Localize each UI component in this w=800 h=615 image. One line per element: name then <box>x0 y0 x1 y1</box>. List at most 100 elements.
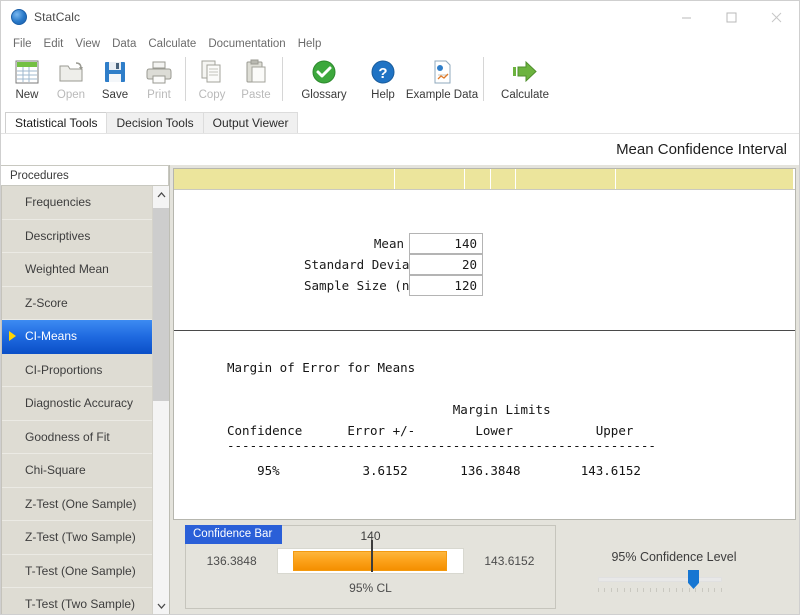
grid-header-cell-4[interactable] <box>491 169 516 189</box>
input-sample-size[interactable]: 120 <box>409 275 483 296</box>
confidence-bar-caption: 95% CL <box>277 581 463 595</box>
toolbar-button-copy[interactable]: Copy <box>190 54 234 109</box>
menu-item-edit[interactable]: Edit <box>38 36 70 52</box>
grid-header-cell-6[interactable] <box>616 169 794 189</box>
confidence-level-slider-thumb[interactable] <box>688 570 699 589</box>
toolbar-label-help: Help <box>371 89 395 101</box>
toolbar-button-calculate[interactable]: Calculate <box>488 54 562 109</box>
sidebar-item-label: Descriptives <box>25 229 90 243</box>
toolbar-button-save[interactable]: Save <box>93 54 137 109</box>
sidebar-scrollbar-track[interactable] <box>153 203 169 597</box>
green-check-circle-icon <box>310 57 338 87</box>
sidebar-item-frequencies[interactable]: Frequencies <box>2 186 152 220</box>
svg-text:?: ? <box>378 65 387 82</box>
sidebar-scrollbar-thumb[interactable] <box>153 208 169 401</box>
close-icon[interactable] <box>754 1 799 33</box>
confidence-bar-mean-tick <box>371 540 373 572</box>
confidence-level-slider-track[interactable] <box>598 577 722 582</box>
toolbar-button-paste[interactable]: Paste <box>234 54 278 109</box>
toolbar-label-paste: Paste <box>241 89 270 101</box>
field-row-standard-deviation: Standard Deviation 20 <box>304 254 483 275</box>
toolbar-separator-3 <box>483 57 484 101</box>
menu-item-calculate[interactable]: Calculate <box>142 36 202 52</box>
sidebar-item-label: Goodness of Fit <box>25 430 110 444</box>
menu-item-view[interactable]: View <box>69 36 106 52</box>
sidebar-item-z-test-two-sample[interactable]: Z-Test (Two Sample) <box>2 521 152 555</box>
confidence-bar-track <box>277 548 463 574</box>
toolbar-separator-2 <box>282 57 283 101</box>
blue-question-circle-icon: ? <box>369 57 397 87</box>
sidebar-item-ci-proportions[interactable]: CI-Proportions <box>2 354 152 388</box>
body: Procedures Frequencies Descriptives Weig… <box>1 165 799 614</box>
chevron-down-icon[interactable] <box>153 597 169 614</box>
menu-item-documentation[interactable]: Documentation <box>202 36 291 52</box>
toolbar-button-help[interactable]: ? Help <box>361 54 405 109</box>
tab-decision-tools[interactable]: Decision Tools <box>106 112 203 133</box>
sidebar-item-diagnostic-accuracy[interactable]: Diagnostic Accuracy <box>2 387 152 421</box>
output-blank-line <box>227 378 795 399</box>
sidebar-item-t-test-one-sample[interactable]: T-Test (One Sample) <box>2 555 152 589</box>
menu-item-data[interactable]: Data <box>106 36 142 52</box>
toolbar: New Open Save <box>1 54 799 111</box>
sidebar-item-weighted-mean[interactable]: Weighted Mean <box>2 253 152 287</box>
menu-item-help[interactable]: Help <box>292 36 328 52</box>
sidebar-item-z-test-one-sample[interactable]: Z-Test (One Sample) <box>2 488 152 522</box>
document-chart-icon <box>428 57 456 87</box>
selection-arrow-icon <box>9 331 16 341</box>
field-row-mean: Mean 140 <box>304 233 483 254</box>
tab-statistical-tools[interactable]: Statistical Tools <box>5 112 107 133</box>
toolbar-button-open[interactable]: Open <box>49 54 93 109</box>
calculation-sheet: Mean 140 Standard Deviation 20 Sample Si… <box>173 168 796 520</box>
grid-header-cell-3[interactable] <box>465 169 490 189</box>
sidebar-item-label: Z-Score <box>25 296 68 310</box>
confidence-level-slider[interactable] <box>598 577 722 582</box>
output-group-header-line: Margin Limits <box>227 399 795 420</box>
sidebar-item-ci-means[interactable]: CI-Means <box>2 320 152 354</box>
toolbar-button-print[interactable]: Print <box>137 54 181 109</box>
sidebar-item-label: Z-Test (Two Sample) <box>25 530 136 544</box>
sidebar-item-t-test-two-sample[interactable]: T-Test (Two Sample) <box>2 588 152 614</box>
sidebar-scrollbar[interactable] <box>152 186 169 614</box>
grid-header-cell-1[interactable] <box>174 169 395 189</box>
output-heading: Margin of Error for Means <box>227 357 795 378</box>
label-sample-size: Sample Size (n) <box>304 278 409 293</box>
sidebar-item-descriptives[interactable]: Descriptives <box>2 220 152 254</box>
confidence-bar-inner: 136.3848 140 95% CL 143.6152 <box>186 548 555 574</box>
sidebar-item-label: CI-Means <box>25 329 77 343</box>
sidebar-item-label: T-Test (One Sample) <box>25 564 136 578</box>
input-mean[interactable]: 140 <box>409 233 483 254</box>
grid-header-cell-2[interactable] <box>395 169 466 189</box>
sidebar-item-chi-square[interactable]: Chi-Square <box>2 454 152 488</box>
menu-bar: File Edit View Data Calculate Documentat… <box>1 33 799 54</box>
toolbar-label-save: Save <box>102 89 128 101</box>
minimize-icon[interactable] <box>664 1 709 33</box>
toolbar-button-glossary[interactable]: Glossary <box>287 54 361 109</box>
toolbar-label-open: Open <box>57 89 85 101</box>
toolbar-button-new[interactable]: New <box>5 54 49 109</box>
toolbar-label-glossary: Glossary <box>301 89 346 101</box>
chevron-up-icon[interactable] <box>153 186 169 203</box>
confidence-bar-upper-value: 143.6152 <box>464 554 555 568</box>
sidebar-item-z-score[interactable]: Z-Score <box>2 287 152 321</box>
grid-header-cell-7[interactable] <box>794 169 795 189</box>
tab-strip: Statistical Tools Decision Tools Output … <box>1 111 799 133</box>
copy-pages-icon <box>198 57 226 87</box>
grid-column-headers <box>174 169 795 190</box>
maximize-icon[interactable] <box>709 1 754 33</box>
confidence-level-label: 95% Confidence Level <box>566 550 782 564</box>
toolbar-button-example-data[interactable]: Example Data <box>405 54 479 109</box>
green-right-arrow-icon <box>510 57 540 87</box>
procedures-header: Procedures <box>1 165 169 186</box>
sidebar-item-label: Chi-Square <box>25 463 86 477</box>
grid-header-cell-5[interactable] <box>516 169 617 189</box>
menu-item-file[interactable]: File <box>7 36 38 52</box>
window-title: StatCalc <box>34 10 80 24</box>
tab-output-viewer[interactable]: Output Viewer <box>203 112 299 133</box>
toolbar-separator-1 <box>185 57 186 101</box>
sidebar-item-goodness-of-fit[interactable]: Goodness of Fit <box>2 421 152 455</box>
input-standard-deviation[interactable]: 20 <box>409 254 483 275</box>
toolbar-label-calculate: Calculate <box>501 89 549 101</box>
toolbar-label-copy: Copy <box>199 89 226 101</box>
printer-icon <box>145 57 173 87</box>
sidebar-item-label: T-Test (Two Sample) <box>25 597 135 611</box>
